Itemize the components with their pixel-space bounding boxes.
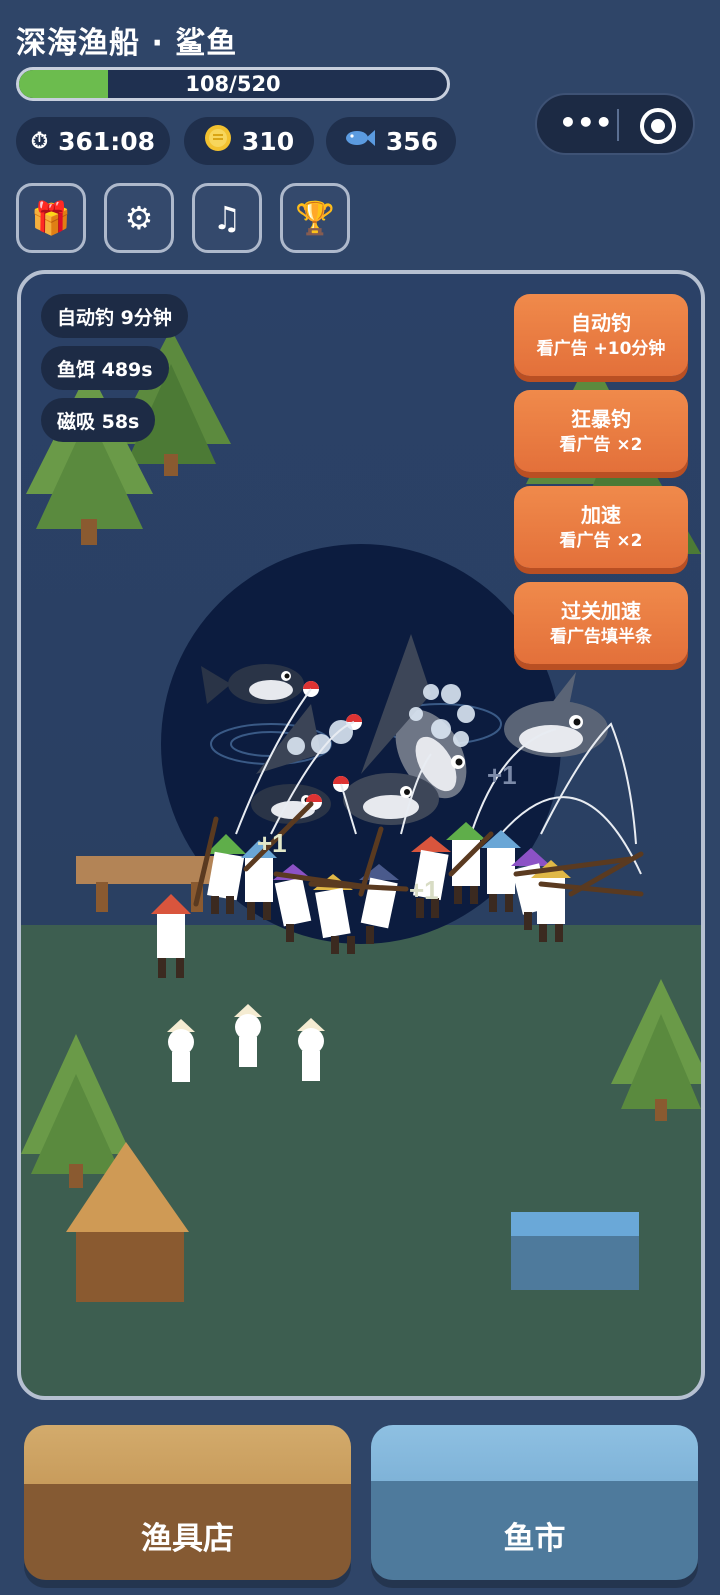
gift-button[interactable]: 🎁 (16, 183, 86, 253)
stopwatch-icon: ⏱ (30, 128, 49, 154)
coin-value: 310 (241, 126, 295, 156)
stall-icon (511, 1212, 639, 1290)
fish-market-label: 鱼市 (503, 1521, 566, 1557)
bait-buff: 鱼饵 489s (41, 346, 169, 390)
coin-icon (204, 124, 232, 158)
game-screen: 深海渔船 · 鲨鱼 108/520 ⏱ 361:08 310 356 ••• 🎁… (0, 0, 720, 1595)
timer-value: 361:08 (58, 126, 156, 156)
level-progress-bar: 108/520 (16, 67, 450, 101)
coin-stat: 310 (184, 117, 314, 165)
fishing-scene[interactable]: +1 +1 +1 自动钓 9分钟 鱼饵 489s 磁吸 58s 自动钓 看广告 … (17, 270, 705, 1400)
music-icon: ♫ (212, 199, 242, 237)
ad-button-subtitle: 看广告填半条 (550, 627, 652, 647)
plus-one-text: +1 (409, 875, 439, 905)
level-title: 深海渔船 · 鲨鱼 (16, 26, 238, 61)
fish-stat: 356 (326, 117, 456, 165)
ad-button-subtitle: 看广告 ×2 (559, 531, 643, 551)
magnet-buff: 磁吸 58s (41, 398, 156, 442)
tackle-shop-label: 渔具店 (141, 1521, 234, 1557)
settings-button[interactable]: ⚙ (104, 183, 174, 253)
ad-button-title: 加速 (581, 503, 621, 527)
tree-icon (611, 979, 701, 1121)
trophy-button[interactable]: 🏆 (280, 183, 350, 253)
ad-button-title: 狂暴钓 (571, 407, 631, 431)
plus-one-text: +1 (257, 828, 287, 858)
fish-icon (344, 127, 376, 155)
villager-icon (234, 1004, 262, 1067)
music-button[interactable]: ♫ (192, 183, 262, 253)
miniprogram-capsule: ••• (535, 93, 695, 155)
auto-fish-buff: 自动钓 9分钟 (41, 294, 188, 338)
ad-button-subtitle: 看广告 ×2 (559, 435, 643, 455)
fish-value: 356 (385, 126, 439, 156)
fish-market-button[interactable]: 鱼市 (371, 1425, 698, 1580)
tree-icon (26, 369, 153, 545)
progress-text: 108/520 (185, 72, 281, 96)
trophy-icon: 🏆 (295, 199, 335, 237)
speed-up-ad-button[interactable]: 加速 看广告 ×2 (514, 486, 688, 568)
timer-stat: ⏱ 361:08 (16, 117, 170, 165)
level-boost-ad-button[interactable]: 过关加速 看广告填半条 (514, 582, 688, 664)
gear-icon: ⚙ (124, 199, 154, 237)
auto-fish-ad-button[interactable]: 自动钓 看广告 +10分钟 (514, 294, 688, 376)
villager-icon (167, 1019, 195, 1082)
ad-button-title: 过关加速 (561, 599, 641, 623)
close-target-icon[interactable] (640, 108, 676, 144)
frenzy-fish-ad-button[interactable]: 狂暴钓 看广告 ×2 (514, 390, 688, 472)
tackle-shop-button[interactable]: 渔具店 (24, 1425, 351, 1580)
ad-button-title: 自动钓 (571, 311, 631, 335)
ad-button-subtitle: 看广告 +10分钟 (536, 339, 666, 359)
gift-icon: 🎁 (31, 199, 71, 237)
villager-icon (297, 1018, 325, 1081)
plus-one-text: +1 (487, 760, 517, 790)
more-menu-button[interactable]: ••• (559, 105, 613, 145)
capsule-divider (617, 109, 619, 141)
